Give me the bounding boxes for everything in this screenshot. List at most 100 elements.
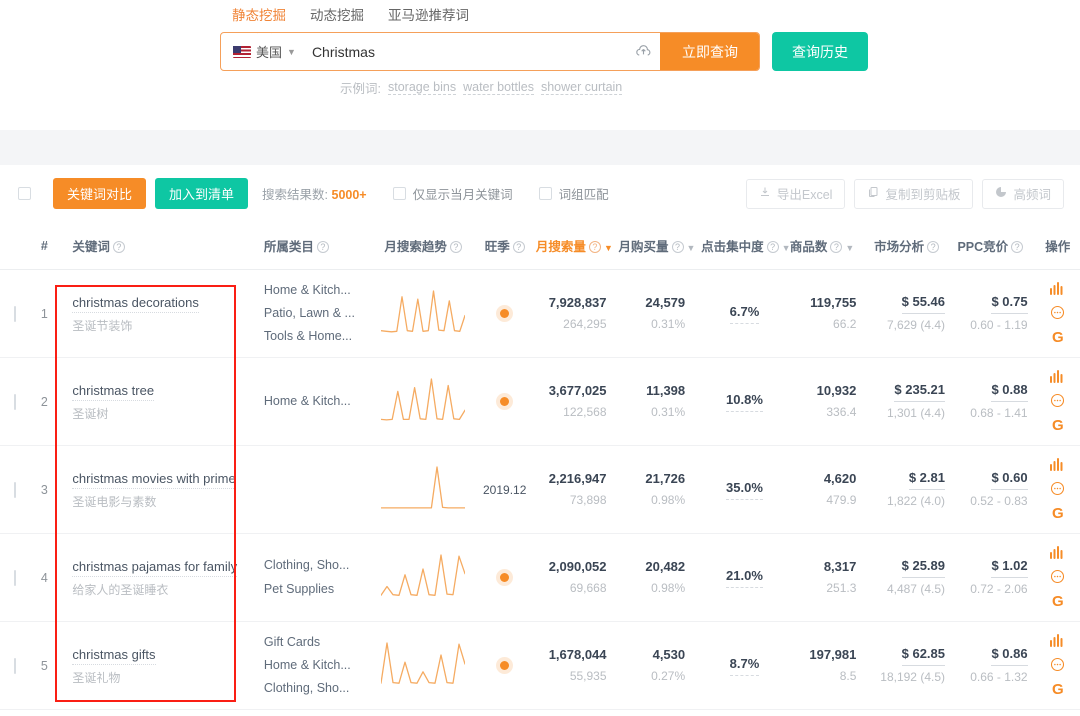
more-circle-icon[interactable] [1050, 305, 1065, 323]
row-checkbox[interactable] [14, 393, 17, 410]
help-icon[interactable]: ? [112, 241, 125, 253]
tab-dynamic-mining[interactable]: 动态挖掘 [310, 2, 364, 26]
market-price-value[interactable]: $ 55.46 [901, 293, 945, 315]
bar-chart-icon[interactable] [1050, 458, 1065, 474]
trend-sparkline-cell[interactable] [372, 533, 474, 622]
search-button[interactable]: 立即查询 [660, 33, 759, 70]
ppc-bid-value[interactable]: $ 0.60 [991, 469, 1028, 491]
sort-desc-icon[interactable]: ▼ [845, 243, 854, 253]
market-price-value[interactable]: $ 2.81 [908, 469, 945, 491]
help-icon[interactable]: ? [588, 241, 601, 253]
table-row[interactable]: 3 christmas movies with prime 圣诞电影与素数 2019.… [0, 445, 1080, 534]
click-concentration-value[interactable]: 10.8% [726, 391, 763, 412]
tab-amazon-suggestions[interactable]: 亚马逊推荐词 [388, 2, 469, 26]
category-item[interactable]: Patio, Lawn & ... [264, 302, 373, 325]
example-keyword-3[interactable]: shower curtain [540, 80, 623, 95]
query-history-button[interactable]: 查询历史 [772, 32, 868, 71]
category-item[interactable]: Pet Supplies [264, 578, 373, 601]
row-checkbox[interactable] [14, 569, 17, 586]
keyword-text[interactable]: christmas pajamas for family [72, 557, 238, 578]
click-concentration-value[interactable]: 8.7% [729, 655, 760, 676]
more-circle-icon[interactable] [1050, 657, 1065, 675]
help-icon[interactable]: ? [512, 241, 525, 253]
help-icon[interactable]: ? [316, 241, 329, 253]
th-product-count[interactable]: 商品数? ▼ [787, 222, 869, 270]
th-monthly-searches[interactable]: 月搜索量? ▼ [535, 222, 619, 270]
more-circle-icon[interactable] [1050, 481, 1065, 499]
copy-clipboard-button[interactable]: 复制到剪贴板 [854, 178, 974, 209]
th-category[interactable]: 所属类目? [259, 222, 373, 270]
google-icon[interactable]: G [1052, 594, 1064, 609]
ppc-bid-value[interactable]: $ 0.88 [991, 381, 1028, 403]
category-item[interactable]: Home & Kitch... [264, 654, 373, 677]
category-item[interactable]: Tools & Home... [264, 325, 373, 348]
more-circle-icon[interactable] [1050, 569, 1065, 587]
th-ppc-bid[interactable]: PPC竞价? [953, 222, 1036, 270]
click-concentration-value[interactable]: 35.0% [726, 479, 763, 500]
trend-sparkline-cell[interactable] [372, 357, 474, 446]
high-frequency-words-button[interactable]: 高频词 [982, 178, 1064, 209]
th-peak-season[interactable]: 旺季? [473, 222, 536, 270]
row-checkbox[interactable] [14, 657, 17, 674]
help-icon[interactable]: ? [1011, 241, 1024, 253]
ppc-bid-value[interactable]: $ 1.02 [991, 557, 1028, 579]
help-icon[interactable]: ? [830, 241, 843, 253]
market-price-value[interactable]: $ 62.85 [901, 645, 945, 667]
google-icon[interactable]: G [1052, 506, 1064, 521]
filter-current-month[interactable]: 仅显示当月关键词 [392, 184, 513, 203]
row-checkbox[interactable] [14, 481, 17, 498]
sort-desc-icon[interactable]: ▼ [604, 243, 613, 253]
category-item[interactable]: Clothing, Sho... [264, 554, 373, 577]
google-icon[interactable]: G [1052, 330, 1064, 345]
th-monthly-purchases[interactable]: 月购买量? ▼ [618, 222, 702, 270]
keyword-text[interactable]: christmas movies with prime [72, 469, 236, 490]
filter-phrase-match[interactable]: 词组匹配 [538, 184, 609, 203]
more-circle-icon[interactable] [1050, 393, 1065, 411]
th-trend[interactable]: 月搜索趋势? [372, 222, 474, 270]
keyword-text[interactable]: christmas decorations [72, 293, 199, 314]
market-price-value[interactable]: $ 235.21 [894, 381, 945, 403]
table-row[interactable]: 2 christmas tree 圣诞树 Home & Kitch... 3,677,0… [0, 357, 1080, 446]
table-row[interactable]: 4 christmas pajamas for family 给家人的圣诞睡衣 Clo… [0, 533, 1080, 622]
category-item[interactable]: Home & Kitch... [264, 279, 373, 302]
example-keyword-1[interactable]: storage bins [387, 80, 457, 95]
tab-static-mining[interactable]: 静态挖掘 [232, 2, 286, 26]
ppc-bid-value[interactable]: $ 0.86 [991, 645, 1028, 667]
help-icon[interactable]: ? [671, 241, 684, 253]
trend-sparkline-cell[interactable] [372, 621, 474, 710]
th-click-concentration[interactable]: 点击集中度? ▼ [701, 222, 791, 270]
category-item[interactable]: Clothing, Sho... [264, 677, 373, 700]
trend-sparkline-cell[interactable] [372, 445, 474, 534]
row-checkbox[interactable] [14, 305, 17, 322]
bar-chart-icon[interactable] [1050, 634, 1065, 650]
category-item[interactable]: Gift Cards [264, 631, 373, 654]
search-input[interactable] [305, 33, 626, 70]
ppc-bid-value[interactable]: $ 0.75 [991, 293, 1028, 315]
table-row[interactable]: 5 christmas gifts 圣诞礼物 Gift Cards Home & Kit… [0, 621, 1080, 710]
compare-keywords-button[interactable]: 关键词对比 [53, 178, 147, 209]
sort-desc-icon[interactable]: ▼ [687, 243, 696, 253]
click-concentration-value[interactable]: 21.0% [726, 567, 763, 588]
upload-cloud-icon[interactable] [626, 43, 660, 60]
keyword-text[interactable]: christmas tree [72, 381, 155, 402]
phrase-match-checkbox[interactable] [538, 187, 552, 200]
keyword-text[interactable]: christmas gifts [72, 645, 156, 666]
bar-chart-icon[interactable] [1050, 546, 1065, 562]
export-excel-button[interactable]: 导出Excel [745, 178, 846, 209]
click-concentration-value[interactable]: 6.7% [729, 303, 760, 324]
help-icon[interactable]: ? [449, 241, 462, 253]
trend-sparkline-cell[interactable] [372, 269, 474, 358]
google-icon[interactable]: G [1052, 682, 1064, 697]
bar-chart-icon[interactable] [1050, 282, 1065, 298]
google-icon[interactable]: G [1052, 418, 1064, 433]
market-price-value[interactable]: $ 25.89 [901, 557, 945, 579]
help-icon[interactable]: ? [927, 241, 940, 253]
th-market-analysis[interactable]: 市场分析? [868, 222, 953, 270]
add-to-list-button[interactable]: 加入到清单 [155, 178, 249, 209]
example-keyword-2[interactable]: water bottles [463, 80, 534, 95]
table-row[interactable]: 1 christmas decorations 圣诞节装饰 Home & Kitch.… [0, 269, 1080, 358]
bar-chart-icon[interactable] [1050, 370, 1065, 386]
current-month-checkbox[interactable] [392, 187, 406, 200]
category-item[interactable]: Home & Kitch... [264, 390, 373, 413]
select-all-checkbox[interactable] [18, 187, 31, 200]
